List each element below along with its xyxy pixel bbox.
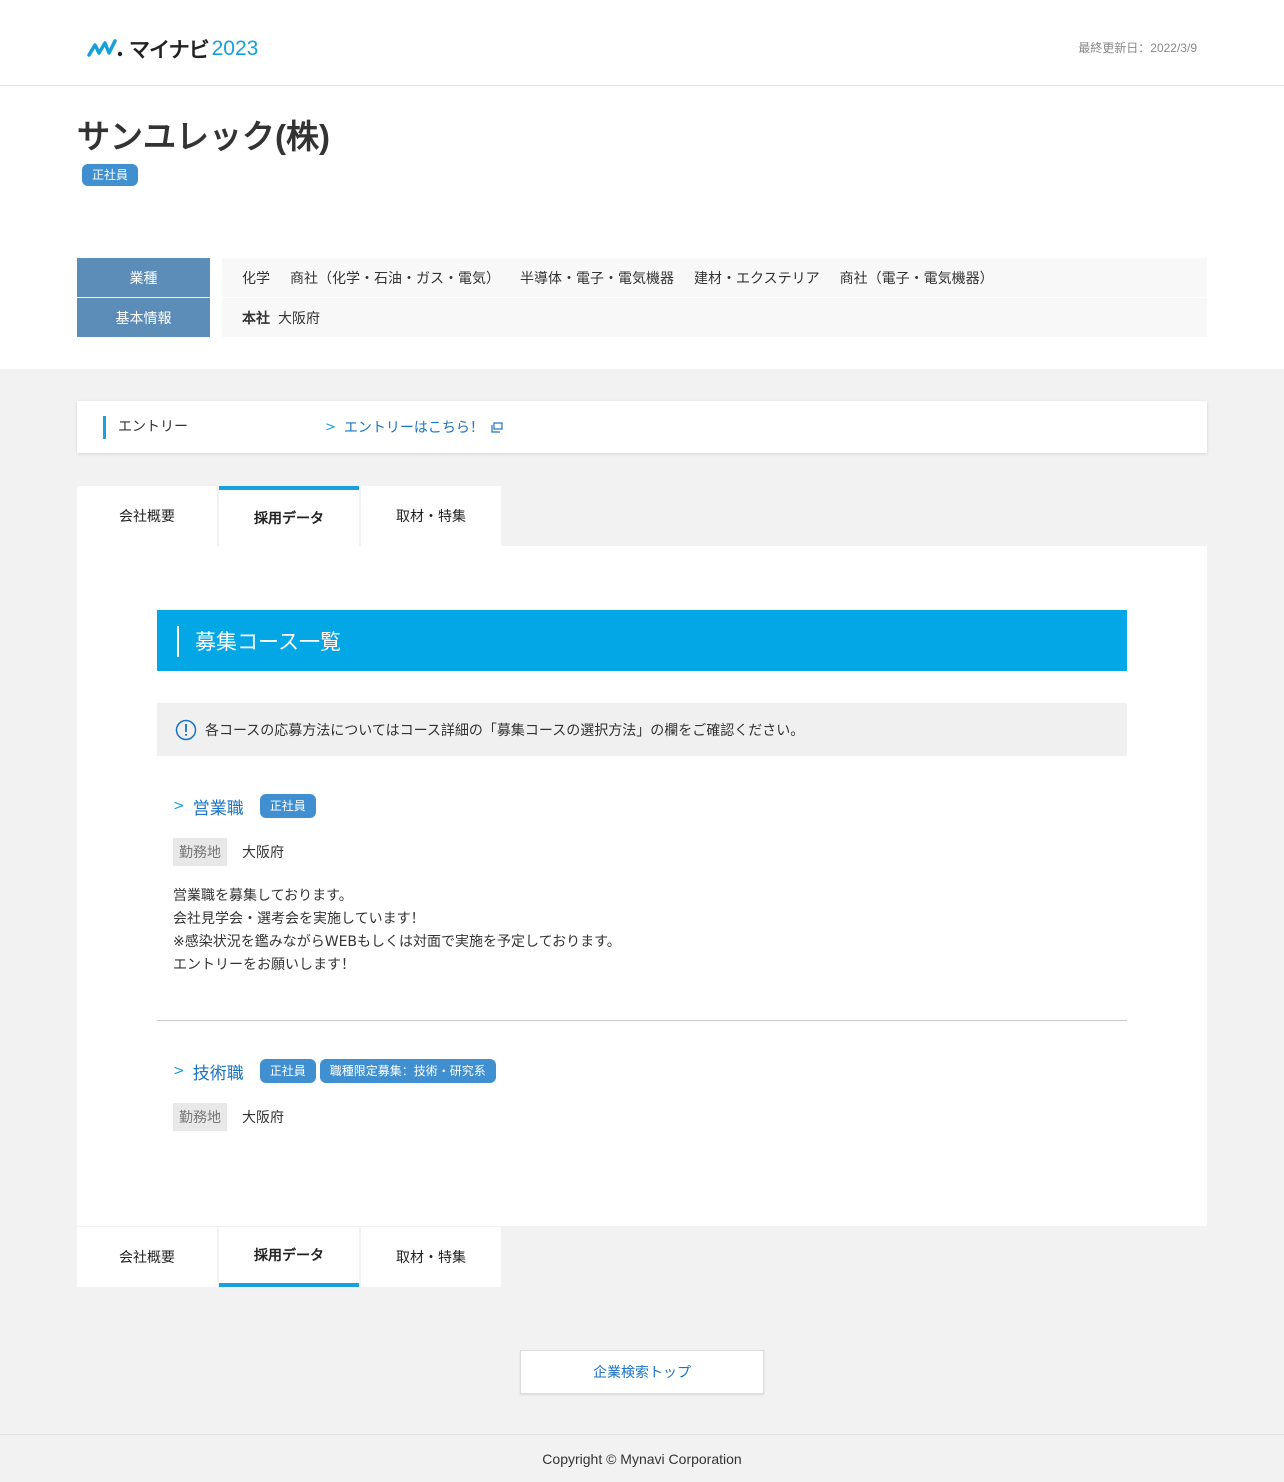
course-divider xyxy=(157,1020,1127,1021)
course-description: 営業職を募集しております。 会社見学会・選考会を実施しています！ ※感染状況を鑑… xyxy=(173,885,1073,977)
tab-recruitment-data[interactable]: 採用データ xyxy=(219,1227,359,1287)
description-line: 営業職を募集しております。 xyxy=(173,888,353,904)
location-label: 勤務地 xyxy=(173,838,227,866)
company-info-table: 業種 化学 商社（化学・石油・ガス・電気） 半導体・電子・電気機器 建材・エクス… xyxy=(77,258,1207,338)
info-exclamation-icon xyxy=(175,719,197,740)
location-row: 勤務地 大阪府 xyxy=(173,1103,1073,1131)
description-line: エントリーをお願いします！ xyxy=(173,957,355,973)
course-badge: 職種限定募集：技術・研究系 xyxy=(319,1059,496,1083)
tab-bar-bottom: 会社概要 採用データ 取材・特集 xyxy=(77,1227,501,1287)
chevron-right-icon: > xyxy=(173,1063,185,1079)
industry-row: 業種 化学 商社（化学・石油・ガス・電気） 半導体・電子・電気機器 建材・エクス… xyxy=(77,258,1207,297)
industry-list: 化学 商社（化学・石油・ガス・電気） 半導体・電子・電気機器 建材・エクステリア… xyxy=(222,258,1207,297)
mynavi-logo-icon xyxy=(87,39,123,57)
employment-badge: 正社員 xyxy=(82,164,139,186)
tab-interviews-features[interactable]: 取材・特集 xyxy=(361,486,501,546)
course-badge: 正社員 xyxy=(259,1059,316,1083)
notice-text: 各コースの応募方法についてはコース詳細の「募集コースの選択方法」の欄をご確認くだ… xyxy=(205,722,805,739)
location-value: 大阪府 xyxy=(242,1110,284,1126)
external-window-icon xyxy=(491,421,503,433)
tab-recruitment-data[interactable]: 採用データ xyxy=(219,486,359,546)
course-title-row: > 営業職 正社員 xyxy=(173,794,1073,819)
entry-label: エントリー xyxy=(103,416,188,439)
hq-value: 大阪府 xyxy=(278,310,320,327)
description-line: ※感染状況を鑑みながらWEBもしくは対面で実施を予定しております。 xyxy=(173,934,621,950)
entry-box: エントリー > エントリーはこちら！ xyxy=(77,401,1207,453)
hq-label: 本社 xyxy=(242,310,270,327)
company-section: サンユレック(株) 正社員 業種 化学 商社（化学・石油・ガス・電気） 半導体・… xyxy=(0,86,1284,369)
copyright-footer: Copyright © Mynavi Corporation xyxy=(0,1434,1284,1482)
tab-company-overview[interactable]: 会社概要 xyxy=(77,1227,217,1287)
industry-item: 商社（電子・電気機器） xyxy=(839,270,994,287)
basic-info-label: 基本情報 xyxy=(77,298,210,337)
section-header-bar xyxy=(177,626,179,657)
mynavi-logo[interactable]: マイナビ 2023 xyxy=(87,36,258,62)
section-title: 募集コース一覧 xyxy=(195,631,341,654)
site-header: マイナビ 2023 最終更新日：2022/3/9 xyxy=(0,0,1284,86)
location-label: 勤務地 xyxy=(173,1103,227,1131)
entry-link-text: エントリーはこちら！ xyxy=(343,420,484,436)
logo-year: 2023 xyxy=(211,37,259,60)
tab-company-overview[interactable]: 会社概要 xyxy=(77,486,217,546)
section-header: 募集コース一覧 xyxy=(157,610,1127,671)
course-link-engineering[interactable]: 技術職 xyxy=(193,1059,244,1084)
course-item: > 営業職 正社員 勤務地 大阪府 営業職を募集しております。 会社見学会・選考… xyxy=(173,794,1073,977)
industry-item: 半導体・電子・電気機器 xyxy=(520,270,674,287)
industry-item: 化学 xyxy=(242,270,270,287)
tab-bar-top: 会社概要 採用データ 取材・特集 xyxy=(77,486,501,546)
basic-info-value: 本社 大阪府 xyxy=(222,298,1207,337)
course-link-sales[interactable]: 営業職 xyxy=(193,794,244,819)
location-value: 大阪府 xyxy=(242,845,284,861)
chevron-right-icon: > xyxy=(173,798,185,814)
logo-text: マイナビ xyxy=(129,39,210,62)
chevron-right-icon: > xyxy=(325,419,336,435)
course-title-row: > 技術職 正社員 職種限定募集：技術・研究系 xyxy=(173,1059,1073,1084)
basic-info-row: 基本情報 本社 大阪府 xyxy=(77,298,1207,337)
description-line: 会社見学会・選考会を実施しています！ xyxy=(173,911,425,927)
last-updated: 最終更新日：2022/3/9 xyxy=(1078,41,1197,55)
industry-item: 建材・エクステリア xyxy=(694,270,820,287)
industry-label: 業種 xyxy=(77,258,210,297)
course-item: > 技術職 正社員 職種限定募集：技術・研究系 勤務地 大阪府 xyxy=(173,1059,1073,1131)
tab-interviews-features[interactable]: 取材・特集 xyxy=(361,1227,501,1287)
company-search-top-button[interactable]: 企業検索トップ xyxy=(520,1350,764,1394)
entry-link[interactable]: > エントリーはこちら！ xyxy=(325,417,503,437)
location-row: 勤務地 大阪府 xyxy=(173,838,1073,866)
industry-item: 商社（化学・石油・ガス・電気） xyxy=(290,270,500,287)
recruitment-panel: 募集コース一覧 各コースの応募方法についてはコース詳細の「募集コースの選択方法」… xyxy=(77,546,1207,1226)
notice-box: 各コースの応募方法についてはコース詳細の「募集コースの選択方法」の欄をご確認くだ… xyxy=(157,703,1127,756)
course-badge: 正社員 xyxy=(259,794,316,818)
company-name: サンユレック(株) xyxy=(77,118,330,155)
